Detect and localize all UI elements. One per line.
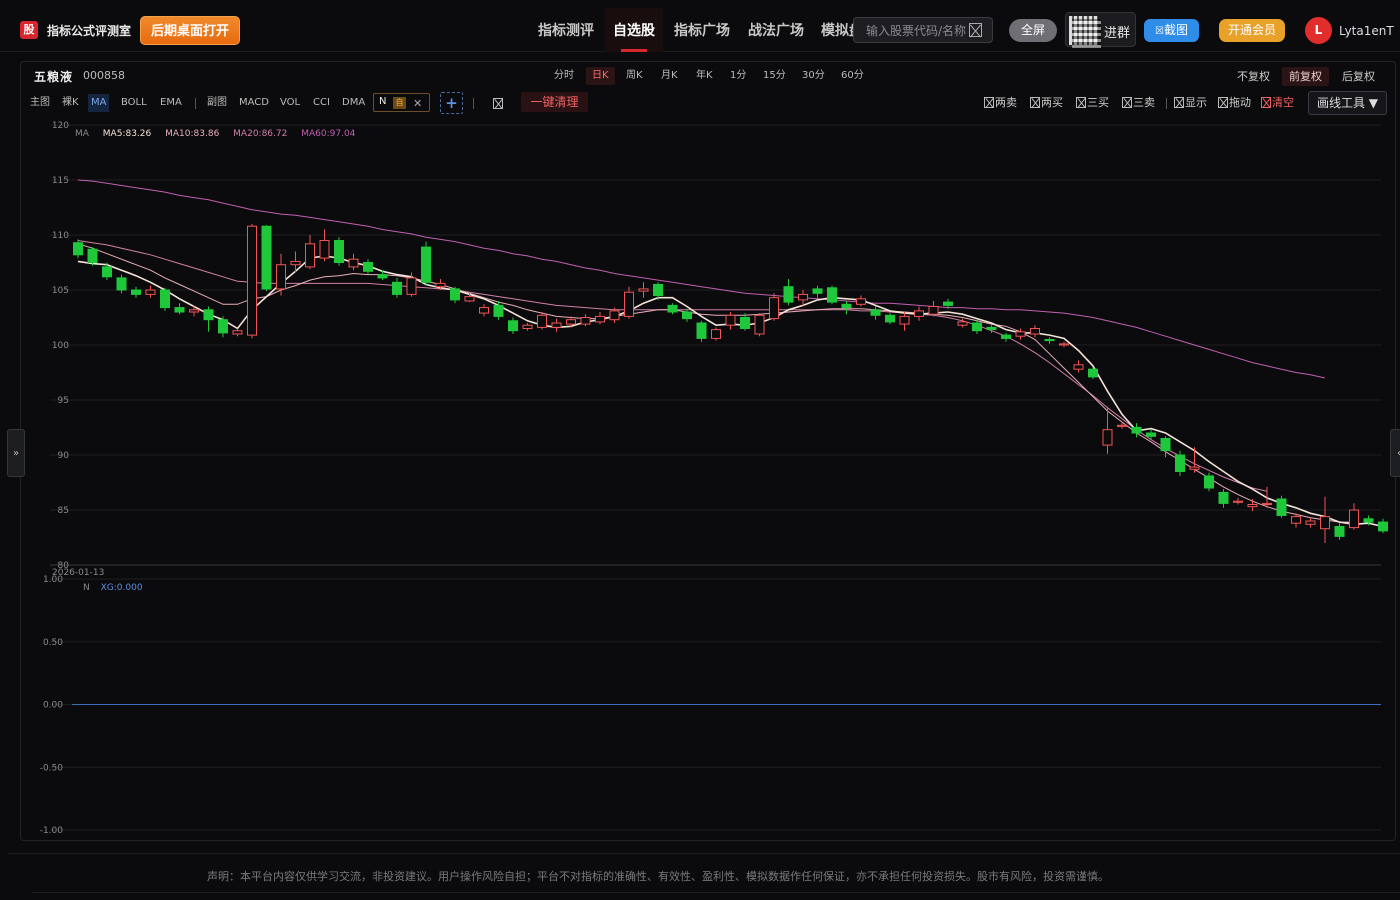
legend-ma20: MA20:86.72 [233, 129, 288, 139]
sub-indicator[interactable]: CCI [310, 94, 333, 112]
right-expand-tab[interactable]: « [1390, 429, 1400, 477]
screenshot-label: 截图 [1163, 23, 1188, 37]
chart-panel: 五粮液 000858 分时 日K 周K 月K 年K 1分 15分 30分 60分… [20, 61, 1396, 841]
custom-indicator-name: N [379, 96, 387, 107]
checkbox-icon: ☒ [1155, 26, 1164, 37]
legend-ma10: MA10:83.86 [165, 129, 220, 139]
option-clear[interactable]: 清空 [1261, 95, 1294, 111]
option-label: 三买 [1087, 96, 1109, 109]
option-two-sell[interactable]: 两卖 [984, 95, 1017, 111]
option-three-buy[interactable]: 三买 [1076, 95, 1109, 111]
adjust-backward[interactable]: 后复权 [1335, 67, 1382, 86]
nav-strategy-square[interactable]: 战法广场 [740, 8, 812, 52]
divider [473, 98, 474, 109]
stock-name: 五粮液 [34, 70, 74, 84]
legend-ma60: MA60:97.04 [301, 129, 356, 139]
vip-button[interactable]: 开通会员 [1219, 19, 1285, 42]
main-indicator[interactable]: 裸K [59, 94, 82, 112]
divider [195, 98, 196, 109]
left-expand-tab[interactable]: » [7, 429, 25, 477]
qr-code-icon [1069, 16, 1101, 48]
sub-chart-label: 副图 [207, 97, 227, 108]
period-tab-active[interactable]: 日K [586, 67, 615, 85]
nav-watchlist[interactable]: 自选股 [605, 8, 663, 52]
checkbox-icon [1122, 97, 1132, 108]
clear-box-icon[interactable] [493, 98, 503, 109]
ma-legend: MA MA5:83.26 MA10:83.86 MA20:86.72 MA60:… [75, 129, 366, 141]
fullscreen-button[interactable]: 全屏 [1009, 19, 1057, 42]
sub-legend-value: XG:0.000 [100, 583, 143, 593]
main-chart-label: 主图 [30, 97, 50, 108]
option-drag[interactable]: 拖动 [1218, 95, 1251, 111]
option-label: 两卖 [995, 96, 1017, 109]
app-brand: 指标公式评测室 [47, 24, 132, 38]
option-show[interactable]: 显示 [1174, 95, 1207, 111]
checkbox-icon [1076, 97, 1086, 108]
divider [1166, 98, 1167, 109]
checkbox-icon [984, 97, 994, 108]
join-group-label: 进群 [1104, 26, 1131, 41]
checkbox-icon [1174, 97, 1184, 108]
period-tab[interactable]: 分时 [548, 67, 580, 85]
open-desktop-button[interactable]: 后期桌面打开 [140, 16, 240, 45]
period-tab[interactable]: 周K [620, 67, 649, 85]
custom-indicator-tag[interactable]: N 自 ✕ [373, 93, 430, 112]
main-indicator[interactable]: BOLL [118, 94, 150, 112]
option-three-sell[interactable]: 三卖 [1122, 95, 1155, 111]
period-tab[interactable]: 年K [690, 67, 719, 85]
stock-search [853, 17, 993, 43]
main-indicator[interactable]: EMA [157, 94, 185, 112]
option-two-buy[interactable]: 两买 [1030, 95, 1063, 111]
legend-ma5: MA5:83.26 [102, 129, 152, 139]
footer-divider [32, 892, 1400, 893]
period-tab[interactable]: 60分 [835, 67, 870, 85]
clear-all-button[interactable]: 一键清理 [521, 92, 588, 112]
period-tab[interactable]: 1分 [724, 67, 752, 85]
checkbox-icon [1030, 97, 1040, 108]
option-label: 清空 [1272, 96, 1294, 109]
app-logo: 股 [20, 21, 38, 39]
checkbox-icon [1218, 97, 1228, 108]
nav-indicator-review[interactable]: 指标测评 [528, 8, 604, 52]
user-avatar[interactable]: L [1305, 17, 1332, 44]
disclaimer: 声明：本平台内容仅供学习交流，非投资建议。用户操作风险自担；平台不对指标的准确性… [207, 870, 1109, 883]
username[interactable]: Lyta1enT [1339, 24, 1394, 38]
footer: 声明：本平台内容仅供学习交流，非投资建议。用户操作风险自担；平台不对指标的准确性… [8, 853, 1400, 900]
screenshot-button[interactable]: ☒截图 [1144, 19, 1199, 42]
sub-indicator[interactable]: DMA [339, 94, 368, 112]
period-tab[interactable]: 月K [655, 67, 684, 85]
sub-legend: N XG:0.000 [83, 583, 143, 593]
sub-indicator[interactable]: MACD [236, 94, 272, 112]
sub-indicator[interactable]: VOL [277, 94, 303, 112]
option-label: 拖动 [1229, 96, 1251, 109]
stock-code: 000858 [83, 69, 125, 82]
adjust-forward[interactable]: 前复权 [1282, 67, 1329, 86]
period-tab[interactable]: 15分 [757, 67, 792, 85]
option-label: 显示 [1185, 96, 1207, 109]
stock-search-input[interactable] [866, 22, 966, 39]
option-label: 两买 [1041, 96, 1063, 109]
nav-indicator-square[interactable]: 指标广场 [664, 8, 740, 52]
auto-badge: 自 [393, 97, 406, 109]
drawing-tools-dropdown[interactable]: 画线工具 ▼ [1308, 91, 1387, 115]
join-group-button[interactable]: 进群 [1065, 12, 1136, 48]
adjust-none[interactable]: 不复权 [1230, 67, 1277, 86]
legend-title: MA [75, 129, 89, 139]
top-header: 股 指标公式评测室 后期桌面打开 指标测评 自选股 指标广场 战法广场 模拟盘 … [0, 0, 1400, 52]
option-label: 三卖 [1133, 96, 1155, 109]
checkbox-icon [1261, 97, 1271, 108]
add-indicator-button[interactable]: + [440, 92, 463, 114]
period-tab[interactable]: 30分 [796, 67, 831, 85]
sub-legend-title: N [83, 583, 90, 593]
main-indicator-active[interactable]: MA [88, 94, 110, 112]
close-icon[interactable]: ✕ [413, 97, 422, 110]
search-clear-icon[interactable] [969, 23, 982, 37]
